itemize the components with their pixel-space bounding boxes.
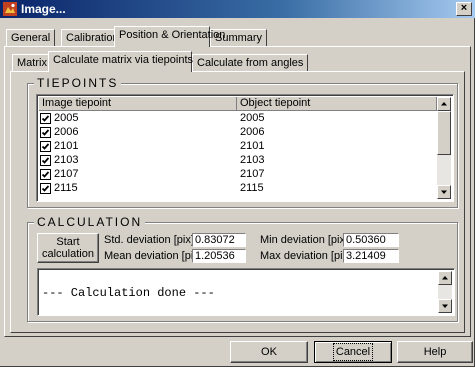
tiepoints-legend: TIEPOINTS [34, 76, 122, 90]
calculation-log-text: --- Calculation done --- [42, 286, 215, 300]
tiepoint-checkbox[interactable] [40, 113, 51, 124]
list-item[interactable]: 2006 2006 [40, 126, 440, 139]
check-icon [41, 143, 50, 150]
list-item[interactable]: 2107 2107 [40, 168, 440, 181]
object-tiepoint: 2005 [240, 112, 265, 124]
log-scroll-up-button[interactable] [438, 271, 452, 285]
tiepoints-scrollbar[interactable] [437, 97, 451, 199]
scroll-down-button[interactable] [437, 185, 451, 199]
tiepoint-checkbox[interactable] [40, 141, 51, 152]
std-deviation-field[interactable]: 0.83072 [192, 233, 246, 247]
help-button[interactable]: Help [397, 341, 473, 363]
app-icon [3, 2, 17, 16]
tiepoint-checkbox[interactable] [40, 127, 51, 138]
cancel-label: Cancel [332, 343, 374, 361]
image-tiepoint: 2005 [54, 112, 79, 124]
min-deviation-field[interactable]: 0.50360 [343, 233, 399, 247]
std-deviation-label: Std. deviation [pix]: [104, 234, 197, 246]
start-calculation-label-line1: Start [56, 236, 80, 248]
object-tiepoint: 2103 [240, 154, 265, 166]
image-tiepoint: 2101 [54, 140, 79, 152]
image-tiepoint: 2103 [54, 154, 79, 166]
arrow-down-icon [442, 304, 448, 308]
image-tiepoint: 2006 [54, 126, 79, 138]
start-calculation-label-line2: calculation [42, 248, 94, 260]
image-dialog: Image... × General Calibration Position … [0, 0, 475, 367]
check-icon [41, 185, 50, 192]
scroll-up-button[interactable] [437, 97, 451, 111]
title-bar: Image... × [0, 0, 475, 18]
close-button[interactable]: × [456, 2, 472, 16]
tab-general[interactable]: General [6, 29, 56, 47]
log-scrollbar[interactable] [438, 271, 452, 313]
cancel-button[interactable]: Cancel [314, 341, 392, 363]
column-header-image-tiepoint[interactable]: Image tiepoint [39, 97, 237, 111]
image-tiepoint: 2107 [54, 168, 79, 180]
object-tiepoint: 2006 [240, 126, 265, 138]
calculation-log[interactable]: --- Calculation done --- [37, 268, 455, 316]
arrow-up-icon [442, 276, 448, 280]
object-tiepoint: 2101 [240, 140, 265, 152]
list-item[interactable]: 2101 2101 [40, 140, 440, 153]
list-item[interactable]: 2115 2115 [40, 182, 440, 195]
check-icon [41, 171, 50, 178]
check-icon [41, 129, 50, 136]
object-tiepoint: 2107 [240, 168, 265, 180]
start-calculation-button[interactable]: Start calculation [37, 233, 99, 263]
tiepoint-checkbox[interactable] [40, 155, 51, 166]
scroll-thumb[interactable] [437, 111, 451, 155]
calculation-legend: CALCULATION [34, 215, 146, 229]
tab-position-orientation[interactable]: Position & Orientation [114, 26, 225, 47]
max-deviation-field[interactable]: 3.21409 [343, 249, 399, 263]
object-tiepoint: 2115 [240, 182, 264, 194]
window-title: Image... [21, 2, 66, 16]
tiepoints-list: Image tiepoint Object tiepoint 2005 2005… [36, 94, 454, 202]
log-scroll-down-button[interactable] [438, 299, 452, 313]
check-icon [41, 115, 50, 122]
list-item[interactable]: 2103 2103 [40, 154, 440, 167]
image-tiepoint: 2115 [54, 182, 78, 194]
column-header-object-tiepoint[interactable]: Object tiepoint [237, 97, 437, 111]
subtab-matrix[interactable]: Matrix [12, 54, 52, 72]
tiepoint-checkbox[interactable] [40, 169, 51, 180]
tiepoint-checkbox[interactable] [40, 183, 51, 194]
mean-deviation-label: Mean deviation [pix]: [104, 250, 205, 262]
mean-deviation-field[interactable]: 1.20536 [192, 249, 246, 263]
list-item[interactable]: 2005 2005 [40, 112, 440, 125]
arrow-down-icon [441, 190, 447, 194]
min-deviation-label: Min deviation [pix]: [260, 234, 352, 246]
subtab-calculate-via-tiepoints[interactable]: Calculate matrix via tiepoints [48, 51, 193, 72]
arrow-up-icon [441, 102, 447, 106]
max-deviation-label: Max deviation [pix]: [260, 250, 355, 262]
check-icon [41, 157, 50, 164]
ok-button[interactable]: OK [230, 341, 308, 363]
subtab-calculate-from-angles[interactable]: Calculate from angles [192, 54, 309, 72]
